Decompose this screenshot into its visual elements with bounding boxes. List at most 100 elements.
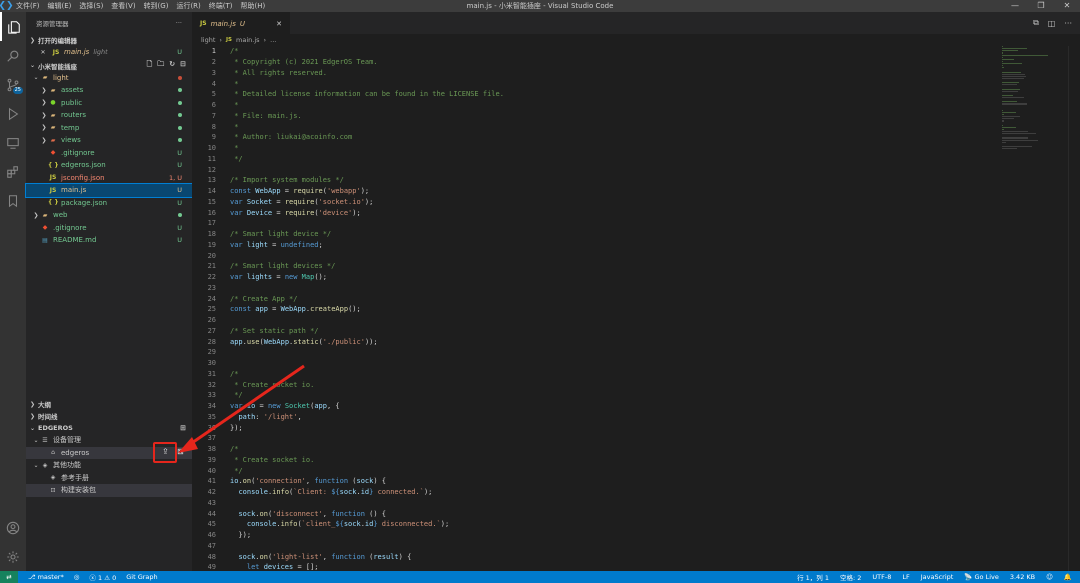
- tree-folder[interactable]: ⌄ ▰ light: [26, 72, 192, 85]
- code-line: 42 console.info(`Client: ${sock.id} conn…: [192, 487, 1002, 498]
- outline-section[interactable]: ❯ 大纲: [26, 398, 192, 410]
- settings-gear-icon[interactable]: [0, 542, 26, 571]
- run-debug-icon[interactable]: [0, 99, 26, 128]
- more-actions-icon[interactable]: ···: [176, 19, 182, 27]
- breadcrumb-symbol[interactable]: ...: [270, 36, 276, 44]
- edgeros-section[interactable]: ⌄ EDGEROS ⊞: [26, 422, 192, 434]
- extensions-icon[interactable]: [0, 157, 26, 186]
- menu-item[interactable]: 终端(T): [205, 1, 237, 11]
- open-editor-item[interactable]: ✕ JS main.js light U: [26, 46, 192, 59]
- code-token: sock: [356, 477, 374, 486]
- minimap-line: [1002, 65, 1004, 67]
- new-folder-icon[interactable]: 🗀: [157, 60, 164, 71]
- problems-indicator[interactable]: ⓧ 1 ⚠ 0: [89, 572, 116, 582]
- search-icon[interactable]: [0, 41, 26, 70]
- tree-folder[interactable]: ❯ ▰ routers: [26, 109, 192, 122]
- encoding[interactable]: UTF-8: [872, 573, 891, 581]
- open-editors-section[interactable]: ❯ 打开的编辑器: [26, 34, 192, 46]
- minimap-line: [1002, 148, 1017, 150]
- tree-item-label: temp: [61, 123, 80, 132]
- tree-file[interactable]: ◆ .gitignore U: [26, 222, 192, 235]
- code-token: require: [284, 197, 315, 206]
- source-control-icon[interactable]: 25: [0, 70, 26, 99]
- code-token: *: [230, 122, 239, 131]
- code-line: 45 console.info(`client_${sock.id} disco…: [192, 519, 1002, 530]
- tree-file[interactable]: { } edgeros.json U: [26, 159, 192, 172]
- code-line: 43: [192, 498, 1002, 509]
- code-line: 8 *: [192, 121, 1002, 132]
- code-text: * Create socket io.: [230, 456, 314, 464]
- account-icon[interactable]: [0, 513, 26, 542]
- tree-file[interactable]: ◆ .gitignore U: [26, 147, 192, 160]
- menu-item[interactable]: 编辑(E): [44, 1, 76, 11]
- eol[interactable]: LF: [902, 573, 909, 581]
- code-line: 34 var io = new Socket(app, {: [192, 401, 1002, 412]
- new-file-icon[interactable]: 🗋: [147, 60, 153, 71]
- code-token: ,: [297, 412, 302, 421]
- menu-item[interactable]: 选择(S): [75, 1, 107, 11]
- tree-file[interactable]: { } package.json U: [26, 197, 192, 210]
- refresh-icon[interactable]: ↻: [169, 60, 175, 71]
- code-text: console.info(`Client: ${sock.id} connect…: [230, 488, 432, 496]
- tree-folder[interactable]: ❯ ▰ web: [26, 209, 192, 222]
- device-settings-icon[interactable]: ⊠: [177, 447, 184, 456]
- more-actions-icon[interactable]: ···: [1064, 19, 1072, 28]
- split-editor-icon[interactable]: ◫: [1048, 19, 1056, 28]
- minimap-line: [1002, 124, 1004, 126]
- code-text: /* Set static path */: [230, 327, 319, 335]
- reference-manual-item[interactable]: ◈ 参考手册: [26, 472, 192, 485]
- tree-folder[interactable]: ❯ ▰ temp: [26, 122, 192, 135]
- code-token: );: [440, 520, 450, 529]
- compare-icon[interactable]: ⧉: [1033, 18, 1039, 28]
- menu-item[interactable]: 运行(R): [172, 1, 204, 11]
- code-token: var: [230, 402, 247, 411]
- close-icon[interactable]: ✕: [38, 49, 48, 56]
- workspace-section[interactable]: ⌄ 小米智能插座 🗋 🗀 ↻ ⊟: [26, 60, 192, 72]
- tree-file[interactable]: JS main.js U: [25, 183, 193, 198]
- collapse-all-icon[interactable]: ⊟: [180, 60, 186, 71]
- menu-item[interactable]: 文件(F): [12, 1, 44, 11]
- tree-file[interactable]: JS jsconfig.json 1, U: [26, 172, 192, 185]
- add-device-icon[interactable]: ⊞: [180, 424, 186, 432]
- cursor-position[interactable]: 行 1，列 1: [797, 572, 829, 582]
- open-editor-path: light: [93, 48, 108, 57]
- restore-icon[interactable]: ❐: [1028, 0, 1054, 12]
- language-mode[interactable]: JavaScript: [921, 573, 954, 581]
- chevron-right-icon: ❯: [33, 211, 39, 219]
- close-tab-icon[interactable]: ✕: [276, 20, 282, 28]
- tab-main-js[interactable]: JS main.js U ✕: [192, 12, 290, 34]
- go-live-button[interactable]: 📡 Go Live: [964, 573, 999, 581]
- timeline-section[interactable]: ❯ 时间线: [26, 410, 192, 422]
- menu-item[interactable]: 转到(G): [140, 1, 173, 11]
- code-editor[interactable]: 1/* 2 * Copyright (c) 2021 EdgerOS Team. 3…: [192, 46, 1002, 571]
- menu-item[interactable]: 查看(V): [107, 1, 139, 11]
- tree-folder[interactable]: ❯ ▰ views: [26, 134, 192, 147]
- code-text: * All rights reserved.: [230, 69, 327, 77]
- tree-folder[interactable]: ❯ ● public: [26, 97, 192, 110]
- code-token: connected.`: [373, 488, 424, 497]
- breadcrumb-folder[interactable]: light: [201, 36, 215, 44]
- code-token: 'disconnect': [272, 509, 323, 518]
- remote-explorer-icon[interactable]: [0, 128, 26, 157]
- go-live-label: Go Live: [974, 573, 999, 581]
- minimize-icon[interactable]: —: [1002, 0, 1028, 12]
- sync-icon[interactable]: ◎: [74, 573, 80, 581]
- code-text: var Device = require('device');: [230, 209, 361, 217]
- notifications-icon[interactable]: 🔔: [1064, 573, 1072, 581]
- explorer-icon[interactable]: [0, 12, 26, 41]
- line-number: 41: [207, 477, 216, 486]
- editor-scrollbar[interactable]: [1068, 46, 1080, 571]
- breadcrumb-file[interactable]: main.js: [236, 36, 260, 44]
- indentation[interactable]: 空格: 2: [840, 572, 861, 582]
- minimap[interactable]: [1002, 46, 1068, 266]
- remote-icon[interactable]: ⇄: [0, 571, 18, 583]
- close-icon[interactable]: ✕: [1054, 0, 1080, 12]
- git-graph-button[interactable]: Git Graph: [126, 573, 157, 581]
- tree-file[interactable]: ▤ README.md U: [26, 234, 192, 247]
- bookmark-icon[interactable]: [0, 186, 26, 215]
- tree-folder[interactable]: ❯ ▰ assets: [26, 84, 192, 97]
- branch-indicator[interactable]: ⎇ master*: [28, 573, 64, 581]
- menu-item[interactable]: 帮助(H): [237, 1, 270, 11]
- feedback-icon[interactable]: ☺: [1046, 573, 1053, 581]
- build-package-item[interactable]: ⊡ 构建安装包: [26, 484, 192, 497]
